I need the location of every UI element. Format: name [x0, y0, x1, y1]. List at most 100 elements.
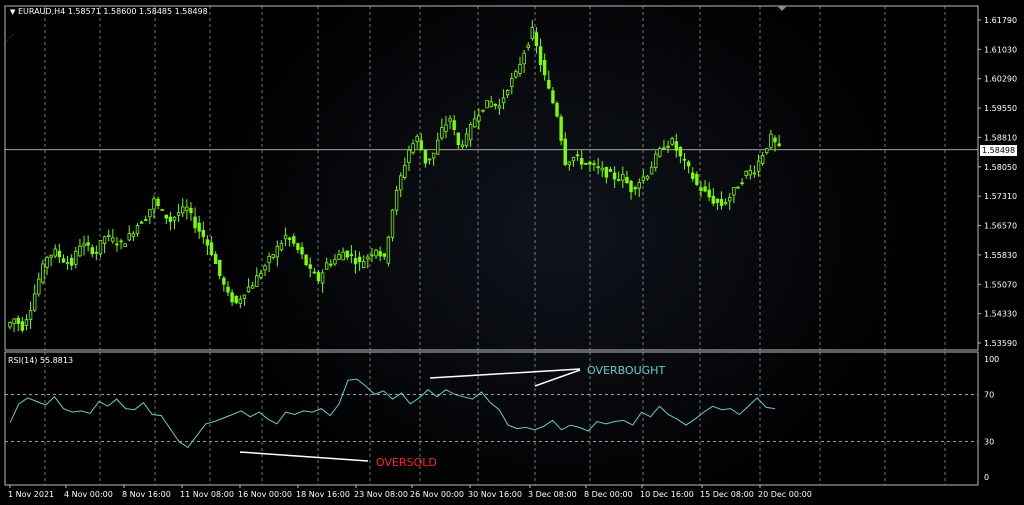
time-tick-label: 26 Nov 00:00 [410, 490, 464, 499]
candle-body [357, 256, 362, 263]
candle-body [127, 233, 131, 241]
price-tick-label: 1.56570 [984, 222, 1017, 231]
candle-body [168, 216, 173, 222]
candle-body [12, 318, 16, 324]
candle-body [164, 214, 168, 219]
candle-body [144, 219, 148, 221]
candle-body [222, 277, 226, 285]
candle-body [316, 272, 321, 282]
time-tick-label: 8 Nov 16:00 [122, 490, 171, 499]
candle-body [715, 198, 720, 203]
candle-body [407, 149, 411, 163]
candle-body [551, 90, 555, 104]
candle-body [98, 240, 103, 255]
candle-body [769, 133, 773, 148]
candle-body [78, 245, 82, 257]
candle-body [53, 248, 57, 257]
candle-body [625, 176, 629, 184]
candle-body [111, 237, 115, 242]
candle-body [501, 97, 506, 104]
candle-body [57, 250, 62, 258]
candle-body [172, 216, 177, 221]
candle-body [678, 146, 683, 157]
candle-body [514, 71, 518, 78]
candle-body [394, 190, 399, 211]
candle-body [617, 179, 621, 181]
candle-body [629, 180, 633, 193]
candle-body [477, 115, 481, 122]
rsi-tick-label: 30 [984, 438, 994, 447]
chart-canvas: 1.61790 1.61030 1.60290 1.59550 1.58810 1.580… [4, 0, 1017, 505]
candle-body [296, 243, 300, 250]
candle-body [526, 44, 530, 48]
candle-body [732, 187, 736, 196]
price-tick-label: 1.61030 [984, 45, 1017, 54]
candle-body [686, 161, 691, 167]
candle-body [736, 186, 740, 189]
price-tick-label: 1.55070 [984, 280, 1017, 289]
candle-body [530, 27, 535, 40]
candle-body [538, 46, 543, 65]
candle-body [90, 247, 94, 255]
candle-body [403, 164, 407, 178]
candle-body [16, 317, 20, 325]
price-tick-label: 1.60290 [984, 75, 1017, 84]
candle-body [571, 156, 576, 162]
candle-body [94, 251, 99, 254]
candle-body [49, 254, 53, 258]
candle-body [218, 259, 222, 276]
candle-body [411, 143, 415, 154]
candle-body [242, 294, 247, 300]
candle-body [102, 236, 107, 244]
candle-body [427, 158, 432, 161]
candle-body [74, 250, 78, 265]
candle-body [777, 143, 781, 147]
candle-body [337, 254, 341, 260]
candle-body [633, 187, 637, 190]
time-tick-label: 16 Nov 00:00 [238, 490, 292, 499]
candle-body [24, 319, 29, 326]
candle-body [452, 120, 456, 130]
candle-body [345, 250, 349, 258]
candle-body [415, 135, 419, 142]
price-tick-label: 1.58050 [984, 163, 1017, 172]
candle-body [604, 167, 609, 178]
candle-body [637, 182, 641, 189]
candle-body [423, 150, 428, 164]
price-tick-label: 1.58810 [984, 133, 1017, 142]
candle-body [575, 154, 580, 157]
time-tick-label: 10 Dec 16:00 [640, 490, 694, 499]
candle-body [658, 148, 662, 157]
candle-body [41, 263, 45, 283]
candle-body [756, 160, 761, 172]
candle-body [542, 59, 547, 76]
candle-body [139, 221, 144, 224]
candle-body [238, 298, 243, 304]
candle-body [588, 161, 592, 165]
rsi-tick-label: 70 [984, 390, 994, 399]
candle-body [279, 242, 284, 251]
candle-body [510, 78, 514, 87]
candle-body [444, 124, 448, 132]
candle-body [349, 254, 354, 256]
current-price-label: 1.58498 [980, 145, 1018, 156]
candle-body [695, 173, 699, 185]
background-glow [200, 0, 920, 505]
candle-body [744, 170, 748, 176]
candle-body [320, 272, 325, 284]
candle-body [666, 145, 670, 148]
price-tick-label: 1.55830 [984, 251, 1017, 260]
time-tick-label: 4 Nov 00:00 [64, 490, 113, 499]
candle-body [748, 169, 753, 176]
candle-body [255, 275, 259, 287]
candle-body [662, 147, 666, 150]
rsi-header: RSI(14) 55.8813 [8, 356, 74, 365]
dropdown-triangle-icon[interactable]: ▼ [10, 8, 15, 16]
candle-body [489, 101, 493, 107]
candle-body [431, 152, 436, 159]
candle-body [32, 293, 37, 311]
candle-body [312, 271, 317, 274]
candle-body [649, 166, 654, 175]
candle-body [176, 212, 181, 216]
price-tick-label: 1.53590 [984, 339, 1017, 348]
